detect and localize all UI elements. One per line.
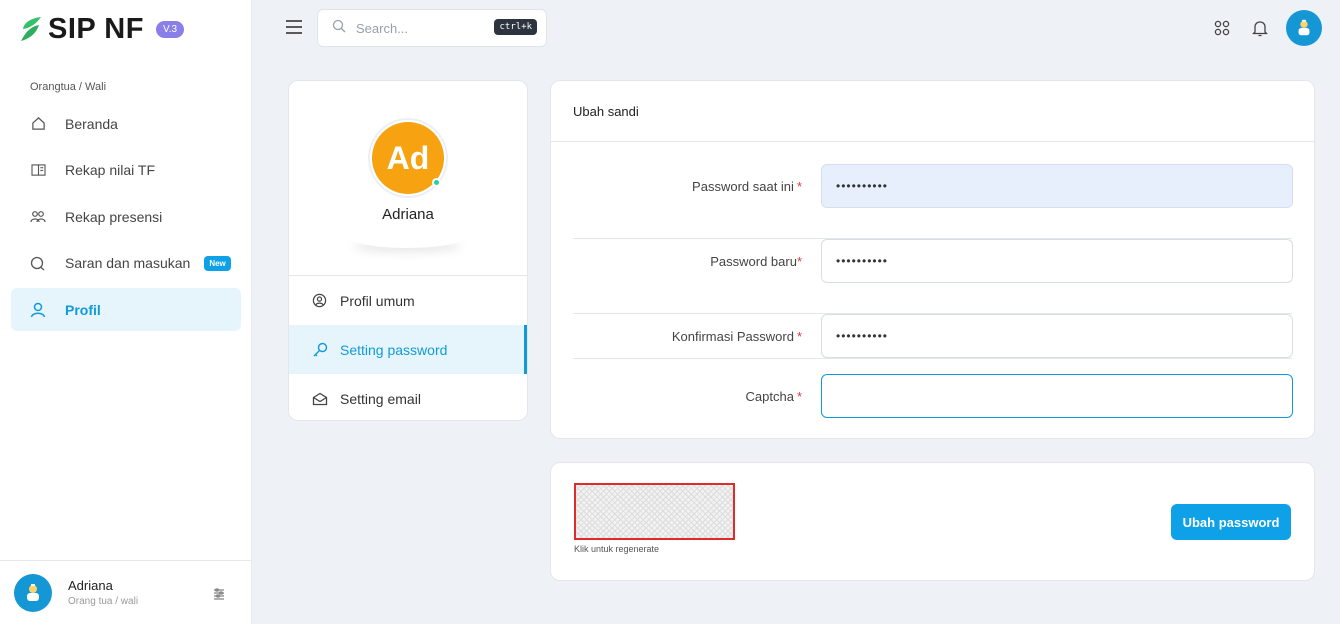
bell-icon[interactable]	[1248, 16, 1272, 40]
mail-icon	[312, 392, 328, 406]
brand-logo[interactable]: SIP NF V.3	[20, 12, 185, 46]
sidebar-item-rekap-nilai[interactable]: Rekap nilai TF	[11, 149, 241, 192]
new-password-field[interactable]	[821, 239, 1293, 283]
leaf-logo-icon	[21, 17, 41, 41]
book-icon	[30, 162, 46, 178]
change-password-card: Ubah sandi Password saat ini* Password b…	[550, 80, 1315, 439]
version-badge: V.3	[155, 20, 185, 38]
sidebar-item-label: Saran dan masukan	[65, 255, 191, 271]
search-box[interactable]: ctrl+k	[317, 9, 547, 47]
profile-menu-profil-umum[interactable]: Profil umum	[289, 276, 527, 325]
sidebar-item-label: Profil	[65, 301, 101, 318]
profile-menu-label: Profil umum	[340, 292, 415, 309]
sidebar-item-label: Rekap nilai TF	[65, 162, 156, 178]
current-password-field[interactable]	[821, 164, 1293, 208]
captcha-image[interactable]	[574, 483, 735, 540]
profile-menu: Profil umum Setting password Setting ema…	[289, 275, 527, 420]
sidebar-user[interactable]: Adriana Orang tua / wali	[0, 560, 251, 624]
profile-card: Ad Adriana Profil umum Setting password …	[288, 80, 528, 421]
sidebar-item-label: Beranda	[65, 115, 118, 132]
change-password-button[interactable]: Ubah password	[1171, 504, 1291, 540]
shortcut-hint: ctrl+k	[494, 19, 537, 35]
current-password-label: Password saat ini *	[692, 178, 802, 194]
online-status-dot	[432, 178, 441, 187]
topbar-actions	[1210, 10, 1322, 46]
captcha-field[interactable]	[821, 374, 1293, 418]
sidebar-item-rekap-presensi[interactable]: Rekap presensi	[11, 195, 241, 238]
captcha-regenerate-hint: Klik untuk regenerate	[574, 544, 660, 554]
user-avatar-button[interactable]	[1286, 10, 1322, 46]
captcha-row: Captcha *	[573, 374, 1293, 449]
apps-grid-icon[interactable]	[1210, 16, 1234, 40]
current-password-row: Password saat ini *	[573, 164, 1293, 239]
brand-name: SIP NF	[48, 12, 144, 45]
users-icon	[30, 209, 46, 225]
hamburger-menu-icon[interactable]	[285, 20, 303, 34]
avatar	[14, 573, 52, 612]
captcha-card: Klik untuk regenerate Ubah password	[550, 462, 1315, 581]
profile-menu-label: Setting email	[340, 390, 421, 407]
confirm-password-row: Konfirmasi Password *	[573, 314, 1293, 359]
profile-menu-label: Setting password	[340, 341, 448, 358]
profile-name: Adriana	[382, 206, 434, 223]
new-password-label: Password baru *	[710, 253, 802, 269]
confirm-password-label: Konfirmasi Password *	[671, 328, 802, 344]
robot-avatar-icon	[27, 583, 39, 601]
chat-icon	[30, 255, 46, 271]
sidebar: SIP NF V.3 Orangtua / Wali Beranda Rekap…	[0, 0, 252, 624]
profile-avatar: Ad	[368, 118, 448, 198]
profile-name-shadow	[347, 224, 467, 248]
sidebar-nav: Beranda Rekap nilai TF Rekap presensi Sa…	[11, 102, 241, 335]
sidebar-item-beranda[interactable]: Beranda	[11, 102, 241, 145]
form-title: Ubah sandi	[551, 81, 1314, 142]
sidebar-user-role: Orang tua / wali	[68, 596, 139, 607]
key-icon	[312, 342, 328, 358]
user-icon	[30, 302, 46, 318]
new-badge: New	[204, 255, 231, 271]
list-settings-icon[interactable]	[213, 587, 225, 605]
sidebar-item-saran[interactable]: Saran dan masukan New	[11, 242, 241, 285]
sidebar-section-title: Orangtua / Wali	[30, 81, 107, 93]
search-icon	[332, 19, 346, 38]
profile-menu-setting-password[interactable]: Setting password	[289, 325, 527, 374]
sidebar-user-name: Adriana	[68, 578, 113, 593]
robot-avatar-icon	[1298, 19, 1310, 36]
user-circle-icon	[312, 293, 328, 308]
sidebar-item-label: Rekap presensi	[65, 208, 163, 225]
new-password-row: Password baru *	[573, 239, 1293, 314]
profile-menu-setting-email[interactable]: Setting email	[289, 374, 527, 420]
confirm-password-field[interactable]	[821, 314, 1293, 358]
sidebar-item-profil[interactable]: Profil	[11, 288, 241, 331]
search-input[interactable]	[356, 20, 486, 36]
captcha-label: Captcha *	[745, 388, 802, 404]
home-icon	[30, 116, 46, 132]
